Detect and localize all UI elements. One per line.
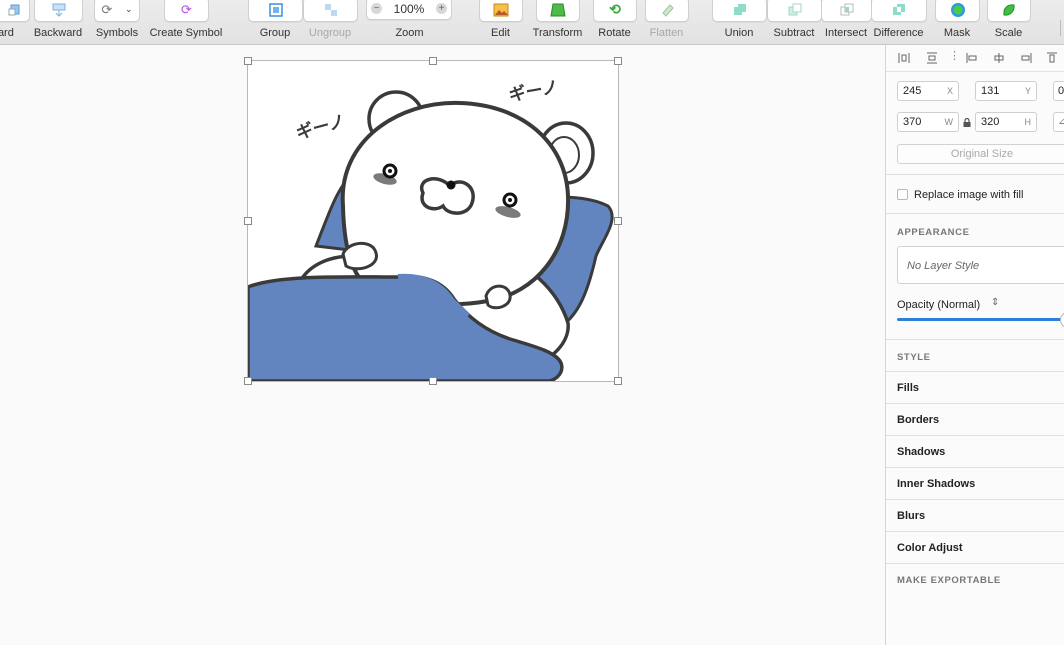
ungroup-icon — [324, 3, 337, 16]
mask-icon — [950, 2, 965, 17]
resize-handle-bottom-left[interactable] — [244, 377, 252, 385]
layer-style-dropdown[interactable]: No Layer Style — [897, 246, 1064, 284]
scale-tool[interactable]: Scale — [987, 0, 1031, 44]
x-position-field[interactable]: 245 X — [897, 81, 959, 101]
align-top-icon[interactable] — [1046, 52, 1058, 64]
resize-handle-top[interactable] — [429, 57, 437, 65]
divider — [886, 339, 1064, 340]
symbol-cycle-icon: ⟳ — [101, 1, 113, 17]
divider — [886, 467, 1064, 468]
resize-handle-bottom[interactable] — [429, 377, 437, 385]
subtract-icon — [788, 3, 801, 15]
union-icon — [733, 3, 746, 15]
divider — [886, 403, 1064, 404]
align-center-icon[interactable] — [993, 52, 1005, 64]
alignment-toolbar: ⋮ — [886, 45, 1064, 72]
forward-icon — [8, 4, 20, 15]
borders-section[interactable]: Borders — [897, 414, 939, 426]
flip-icon: ⊿ — [1058, 116, 1064, 127]
appearance-header: APPEARANCE — [897, 227, 970, 238]
sticker-image[interactable]: ギーノ ギーノ — [248, 61, 618, 381]
opacity-slider-knob[interactable] — [1060, 312, 1064, 328]
divider — [886, 174, 1064, 175]
flip-field[interactable]: ⊿ — [1053, 112, 1064, 132]
rotation-field[interactable]: 0 — [1053, 81, 1064, 101]
replace-fill-checkbox[interactable] — [897, 189, 908, 200]
zoom-value: 100% — [393, 1, 425, 16]
color-adjust-section[interactable]: Color Adjust — [897, 542, 963, 554]
more-options-icon[interactable]: ⋮ — [949, 49, 960, 62]
intersect-icon — [840, 3, 853, 15]
flatten-icon — [662, 3, 674, 17]
original-size-button[interactable]: Original Size — [897, 144, 1064, 164]
x-suffix: X — [946, 86, 953, 96]
divider — [886, 435, 1064, 436]
edit-image-icon — [493, 3, 509, 16]
symbols-tool[interactable]: ⟳ ⌄ Symbols — [94, 0, 140, 44]
distribute-vertical-icon[interactable] — [926, 52, 938, 64]
x-value: 245 — [903, 85, 922, 97]
y-suffix: Y — [1024, 86, 1031, 96]
align-right-icon[interactable] — [1020, 52, 1032, 64]
create-symbol-icon: ⟳ — [181, 1, 192, 17]
shadows-section[interactable]: Shadows — [897, 446, 945, 458]
opacity-slider-track[interactable] — [897, 318, 1064, 321]
make-exportable-header[interactable]: MAKE EXPORTABLE — [897, 575, 1001, 586]
zoom-control[interactable]: − 100% + Zoom — [366, 0, 453, 44]
toolbar-overflow-edge — [1060, 20, 1061, 36]
divider — [886, 499, 1064, 500]
rotate-icon: ⟲ — [609, 1, 621, 17]
lock-icon[interactable] — [963, 118, 971, 127]
layer-style-value: No Layer Style — [907, 260, 980, 272]
resize-handle-bottom-right[interactable] — [614, 377, 622, 385]
resize-handle-top-right[interactable] — [614, 57, 622, 65]
create-symbol-label: Create Symbol — [149, 27, 223, 39]
inspector-panel: ⋮ 245 X 131 Y 0 370 W 320 H ⊿ Original S… — [885, 45, 1064, 645]
blurs-section[interactable]: Blurs — [897, 510, 925, 522]
flatten-tool[interactable]: Flatten — [645, 0, 689, 44]
align-left-icon[interactable] — [966, 52, 978, 64]
difference-icon — [893, 3, 905, 15]
divider — [886, 531, 1064, 532]
width-field[interactable]: 370 W — [897, 112, 959, 132]
backward-icon — [52, 3, 65, 17]
style-header: STYLE — [897, 352, 931, 363]
y-value: 131 — [981, 85, 1000, 97]
resize-handle-left[interactable] — [244, 217, 252, 225]
stepper-icon[interactable]: ⇕ — [991, 297, 999, 308]
create-symbol-tool[interactable]: ⟳ Create Symbol — [150, 0, 222, 44]
zoom-out-button[interactable]: − — [371, 3, 382, 14]
scale-icon — [1003, 3, 1015, 16]
resize-handle-right[interactable] — [614, 217, 622, 225]
divider — [886, 563, 1064, 564]
height-value: 320 — [981, 116, 1000, 128]
height-field[interactable]: 320 H — [975, 112, 1037, 132]
zoom-in-button[interactable]: + — [435, 3, 447, 14]
divider — [886, 371, 1064, 372]
zoom-label: Zoom — [395, 27, 424, 39]
toolbar: ward Backward ⟳ ⌄ Symbols ⟳ Create Symbo… — [0, 0, 1064, 45]
chevron-down-icon: ⌄ — [125, 4, 133, 14]
rotation-value: 0 — [1058, 85, 1064, 97]
inner-shadows-section[interactable]: Inner Shadows — [897, 478, 975, 490]
forward-label: ward — [0, 27, 14, 39]
width-suffix: W — [944, 117, 954, 127]
width-value: 370 — [903, 116, 922, 128]
fills-section[interactable]: Fills — [897, 382, 919, 394]
y-position-field[interactable]: 131 Y — [975, 81, 1037, 101]
divider — [886, 213, 1064, 214]
canvas[interactable]: ギーノ ギーノ — [0, 45, 885, 645]
transform-icon — [550, 3, 566, 16]
opacity-label[interactable]: Opacity (Normal) — [897, 299, 980, 311]
replace-fill-label: Replace image with fill — [914, 189, 1024, 201]
group-icon — [268, 2, 283, 17]
distribute-horizontal-icon[interactable] — [898, 52, 910, 64]
height-suffix: H — [1024, 117, 1032, 127]
scale-label: Scale — [994, 27, 1023, 39]
resize-handle-top-left[interactable] — [244, 57, 252, 65]
